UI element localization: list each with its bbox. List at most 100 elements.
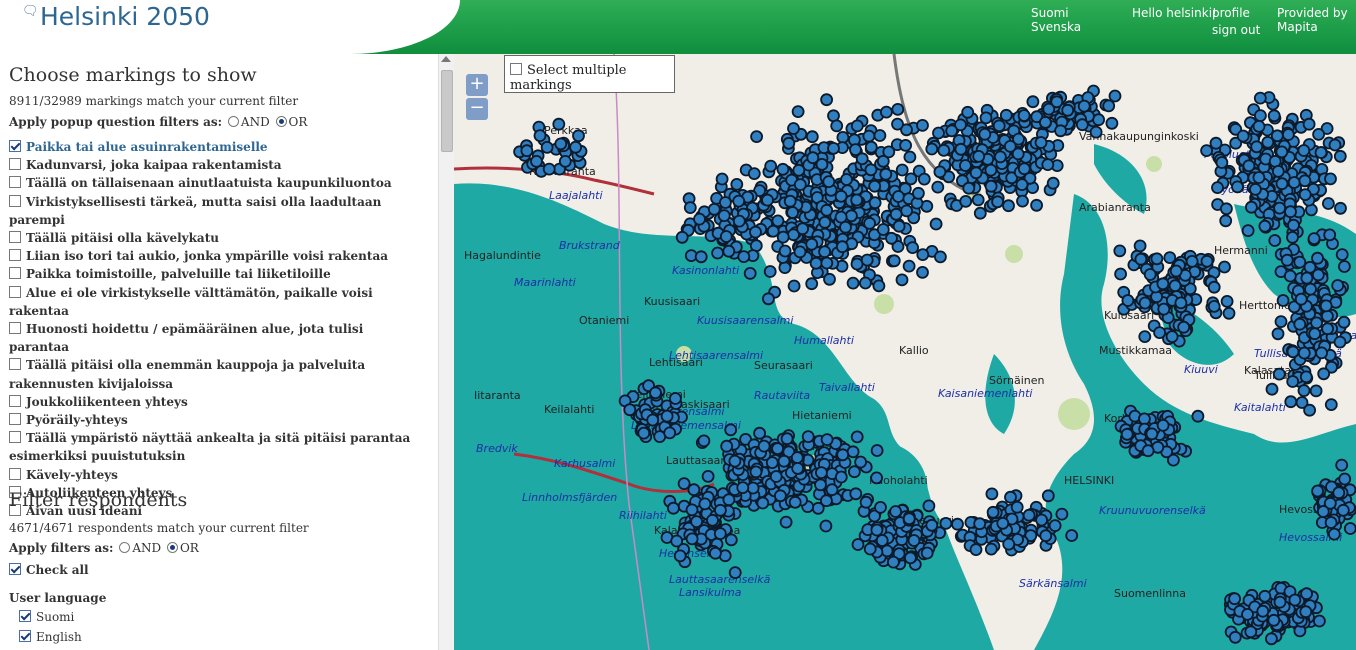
map-marker[interactable] bbox=[1273, 201, 1286, 215]
map-marker[interactable] bbox=[1287, 176, 1301, 189]
map-marker[interactable] bbox=[873, 129, 887, 142]
map-marker[interactable] bbox=[900, 204, 914, 218]
marking-type-checkbox[interactable] bbox=[9, 285, 21, 298]
map-marker[interactable] bbox=[1010, 500, 1024, 514]
map-marker[interactable] bbox=[1200, 254, 1214, 268]
map-marker[interactable] bbox=[1041, 158, 1055, 171]
map-marker[interactable] bbox=[1280, 253, 1294, 267]
map-marker[interactable] bbox=[637, 426, 651, 440]
map-marker[interactable] bbox=[951, 517, 964, 531]
map-marker[interactable] bbox=[925, 142, 939, 156]
map-marker[interactable] bbox=[933, 165, 947, 179]
marking-type-checkbox[interactable] bbox=[9, 467, 21, 480]
map-marker[interactable] bbox=[1231, 180, 1244, 194]
map-marker[interactable] bbox=[868, 179, 882, 193]
map-marker[interactable] bbox=[902, 512, 916, 526]
map-marker[interactable] bbox=[858, 276, 872, 290]
map-marker[interactable] bbox=[876, 223, 890, 236]
map-marker[interactable] bbox=[743, 266, 757, 280]
markings-or-radio[interactable] bbox=[275, 116, 287, 127]
map-marker[interactable] bbox=[1050, 95, 1064, 109]
map-marker[interactable] bbox=[886, 555, 900, 569]
map-marker[interactable] bbox=[1220, 202, 1233, 216]
map-marker[interactable] bbox=[1219, 214, 1233, 228]
map-marker[interactable] bbox=[1271, 327, 1285, 341]
map-marker[interactable] bbox=[1150, 252, 1164, 266]
map-marker[interactable] bbox=[916, 119, 929, 132]
map-marker[interactable] bbox=[753, 426, 767, 440]
map-marker[interactable] bbox=[1315, 346, 1328, 360]
map-marker[interactable] bbox=[769, 470, 783, 483]
map-marker[interactable] bbox=[1174, 296, 1188, 310]
map-marker[interactable] bbox=[994, 150, 1007, 164]
map-marker[interactable] bbox=[820, 256, 834, 270]
map-marker[interactable] bbox=[932, 126, 945, 140]
map-marker[interactable] bbox=[1265, 382, 1279, 396]
map-marker[interactable] bbox=[1207, 299, 1221, 313]
map-marker[interactable] bbox=[749, 225, 762, 239]
map-marker[interactable] bbox=[830, 119, 844, 133]
map-marker[interactable] bbox=[999, 108, 1013, 122]
map-marker[interactable] bbox=[756, 496, 770, 510]
marking-type-checkbox[interactable] bbox=[9, 231, 21, 244]
map-marker[interactable] bbox=[1207, 280, 1221, 294]
map-marker[interactable] bbox=[814, 466, 828, 480]
map-marker[interactable] bbox=[796, 222, 810, 236]
map-marker[interactable] bbox=[818, 215, 832, 229]
map-marker[interactable] bbox=[1299, 370, 1313, 384]
marking-type-option[interactable]: Täällä pitäisi olla enemmän kauppoja ja … bbox=[9, 356, 419, 392]
marking-type-checkbox[interactable] bbox=[9, 358, 21, 371]
map-marker[interactable] bbox=[986, 505, 1000, 519]
map-marker[interactable] bbox=[730, 177, 744, 191]
map-marker[interactable] bbox=[552, 117, 566, 131]
map-marker[interactable] bbox=[958, 159, 972, 172]
map-marker[interactable] bbox=[1026, 95, 1040, 109]
map-marker[interactable] bbox=[1145, 427, 1159, 441]
map-marker[interactable] bbox=[706, 513, 719, 527]
map-marker[interactable] bbox=[1046, 176, 1060, 190]
marking-type-checkbox[interactable] bbox=[9, 176, 21, 189]
map-marker[interactable] bbox=[783, 194, 797, 208]
map-marker[interactable] bbox=[787, 279, 801, 293]
marking-type-option[interactable]: Alue ei ole virkistykselle välttämätön, … bbox=[9, 284, 419, 320]
map-marker[interactable] bbox=[778, 244, 792, 258]
map-marker[interactable] bbox=[1284, 395, 1298, 409]
map-marker[interactable] bbox=[1323, 228, 1337, 242]
map-marker[interactable] bbox=[819, 494, 833, 508]
map-marker[interactable] bbox=[1335, 248, 1349, 262]
user-language-checkbox[interactable] bbox=[19, 610, 31, 623]
map-marker[interactable] bbox=[991, 195, 1004, 209]
marking-type-checkbox[interactable] bbox=[9, 394, 21, 407]
map-marker[interactable] bbox=[1298, 188, 1312, 202]
map-marker[interactable] bbox=[1168, 279, 1182, 293]
map-marker[interactable] bbox=[1327, 527, 1341, 541]
map-marker[interactable] bbox=[1343, 522, 1356, 535]
map-marker[interactable] bbox=[885, 231, 898, 245]
sign-out-link[interactable]: sign out bbox=[1212, 22, 1260, 38]
map-marker[interactable] bbox=[722, 244, 736, 258]
map-marker[interactable] bbox=[685, 503, 699, 517]
map-marker[interactable] bbox=[992, 119, 1006, 133]
marking-type-option[interactable]: Paikka toimistoille, palveluille tai lii… bbox=[9, 265, 419, 283]
map-marker[interactable] bbox=[1286, 375, 1300, 388]
map-marker[interactable] bbox=[763, 265, 777, 278]
map-marker[interactable] bbox=[1335, 458, 1349, 472]
map-marker[interactable] bbox=[1282, 128, 1295, 141]
map-marker[interactable] bbox=[747, 167, 761, 180]
map-marker[interactable] bbox=[862, 129, 876, 143]
map-marker[interactable] bbox=[793, 178, 807, 192]
user-language-option[interactable]: Suomi bbox=[9, 607, 429, 627]
map-marker[interactable] bbox=[711, 246, 725, 260]
map-marker[interactable] bbox=[864, 140, 878, 154]
map-marker[interactable] bbox=[791, 105, 805, 118]
respondents-or-radio[interactable] bbox=[166, 542, 178, 553]
map-marker[interactable] bbox=[1276, 294, 1290, 307]
map-marker[interactable] bbox=[860, 253, 874, 267]
map-marker[interactable] bbox=[1157, 302, 1171, 316]
map-marker[interactable] bbox=[666, 501, 680, 515]
respondents-and-radio[interactable] bbox=[119, 542, 131, 553]
map-marker[interactable] bbox=[844, 209, 858, 223]
map-marker[interactable] bbox=[1254, 109, 1267, 122]
map-marker[interactable] bbox=[1004, 490, 1017, 504]
map-marker[interactable] bbox=[717, 209, 731, 223]
